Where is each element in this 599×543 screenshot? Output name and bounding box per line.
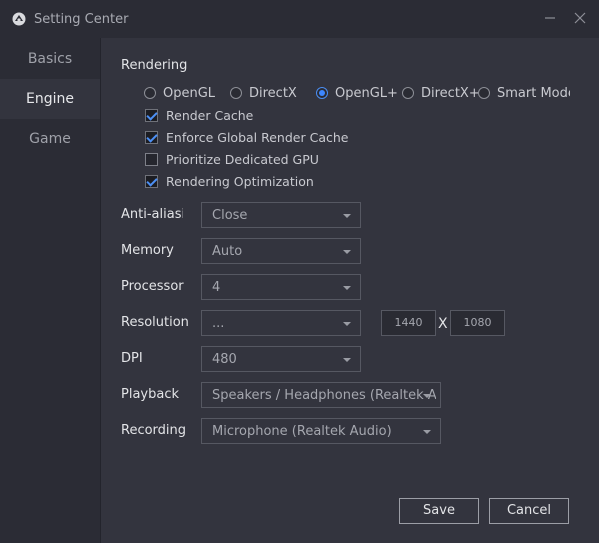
memory-value: Auto [212,244,243,259]
checkbox-box [145,130,158,144]
memory-select[interactable]: Auto [201,238,361,264]
radio-opengl-label: OpenGL [163,85,216,101]
chevron-down-icon [343,214,351,218]
playback-value: Speakers / Headphones (Realtek Audio) [212,388,436,403]
rendering-title: Rendering [121,58,188,73]
chevron-down-icon [343,286,351,290]
processor-select[interactable]: 4 [201,274,361,300]
render-cache-checkbox[interactable]: Render Cache [145,106,253,124]
chevron-down-icon [343,358,351,362]
sidebar: Basics Engine Game [0,38,101,543]
checkbox-box [145,174,158,188]
checkbox-box [145,152,158,166]
radio-opengl[interactable]: OpenGL [144,84,215,102]
checkbox-box [145,108,158,122]
radio-directx[interactable]: DirectX [230,84,297,102]
playback-select[interactable]: Speakers / Headphones (Realtek Audio) [201,382,441,408]
settings-panel: Rendering OpenGL DirectX OpenGL+ DirectX… [101,38,599,543]
resolution-height-input[interactable]: 1080 [450,310,505,336]
resolution-separator: X [438,316,448,332]
prioritize-dedicated-gpu-label: Prioritize Dedicated GPU [166,151,319,167]
chevron-down-icon [343,322,351,326]
close-icon[interactable] [572,10,588,26]
app-logo-icon [12,12,26,26]
anti-aliasing-value: Close [212,208,248,223]
dpi-label: DPI [121,351,143,366]
radio-opengl-plus-label: OpenGL+ [335,85,398,101]
rendering-optimization-label: Rendering Optimization [166,173,314,189]
processor-value: 4 [212,280,221,295]
dpi-value: 480 [212,352,237,367]
sidebar-item-basics[interactable]: Basics [0,39,100,79]
resolution-width-input[interactable]: 1440 [381,310,436,336]
enforce-global-render-cache-label: Enforce Global Render Cache [166,129,349,145]
dpi-select[interactable]: 480 [201,346,361,372]
anti-aliasing-select[interactable]: Close [201,202,361,228]
chevron-down-icon [423,430,431,434]
save-button[interactable]: Save [399,498,479,524]
recording-value: Microphone (Realtek Audio) [212,424,392,439]
radio-indicator [230,87,242,99]
radio-indicator [402,87,414,99]
resolution-select[interactable]: ... [201,310,361,336]
sidebar-item-engine[interactable]: Engine [0,79,100,119]
resolution-label: Resolution [121,315,189,330]
resolution-value: ... [212,316,225,331]
window-title: Setting Center [34,12,129,27]
radio-directx-plus[interactable]: DirectX+ [402,84,480,102]
minimize-icon[interactable] [542,10,558,26]
radio-indicator [478,87,490,99]
title-bar: Setting Center [0,0,599,38]
enforce-global-render-cache-checkbox[interactable]: Enforce Global Render Cache [145,128,348,146]
recording-label: Recording [121,423,187,438]
chevron-down-icon [343,250,351,254]
cancel-button[interactable]: Cancel [489,498,569,524]
radio-indicator [144,87,156,99]
processor-label: Processor [121,279,184,294]
radio-smart-mode-label: Smart Mode [497,85,570,101]
chevron-down-icon [423,394,431,398]
render-cache-label: Render Cache [166,107,254,123]
memory-label: Memory [121,243,174,258]
radio-opengl-plus[interactable]: OpenGL+ [316,84,398,102]
radio-directx-label: DirectX [249,85,297,101]
radio-indicator-selected [316,87,328,99]
prioritize-dedicated-gpu-checkbox[interactable]: Prioritize Dedicated GPU [145,150,319,168]
sidebar-item-game[interactable]: Game [0,119,100,159]
anti-aliasing-label: Anti-aliasing [121,207,183,222]
radio-smart-mode[interactable]: Smart Mode [478,84,570,102]
playback-label: Playback [121,387,180,402]
radio-directx-plus-label: DirectX+ [421,85,480,101]
recording-select[interactable]: Microphone (Realtek Audio) [201,418,441,444]
rendering-optimization-checkbox[interactable]: Rendering Optimization [145,172,314,190]
